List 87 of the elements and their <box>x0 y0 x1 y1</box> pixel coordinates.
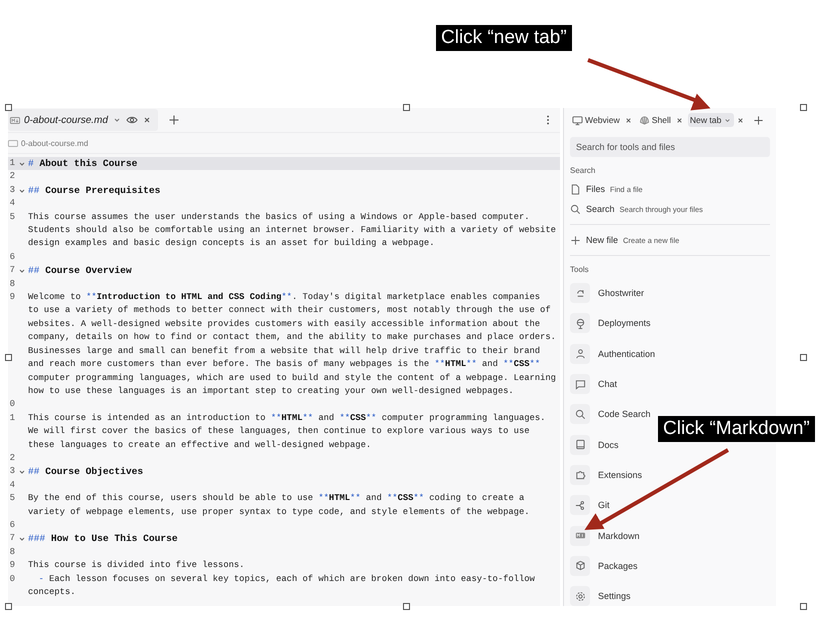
shell-icon <box>638 114 650 126</box>
book-icon <box>574 439 586 450</box>
cube-icon <box>574 560 586 572</box>
resize-handle[interactable] <box>800 104 807 111</box>
panel-tab[interactable]: Shell <box>636 112 673 128</box>
close-icon[interactable] <box>624 116 633 124</box>
line-number: 4 <box>8 478 15 492</box>
tool-item[interactable]: Deployments <box>570 308 655 339</box>
fold-icon[interactable] <box>18 535 26 544</box>
heading-line: # About this Course <box>28 157 138 170</box>
resize-handle[interactable] <box>403 603 410 610</box>
code-line: By the end of this course, users should be able to use **HTML** and **CSS** coding to create a variety of webpage elements, use proper syntax to type code, and style elements of the webpage. <box>28 492 531 519</box>
monitor-icon <box>572 114 583 126</box>
fold-icon[interactable] <box>18 186 26 195</box>
line-number: 3 <box>8 184 15 197</box>
line-number: 7 <box>8 264 15 278</box>
add-tab-icon[interactable] <box>168 114 180 126</box>
line-number: 2 <box>8 452 15 465</box>
git-icon <box>574 500 586 511</box>
breadcrumb[interactable]: 0-about-course.md <box>21 138 88 148</box>
search-icon <box>570 204 581 214</box>
line-number: 0 <box>8 398 15 412</box>
tool-item[interactable]: Code Search <box>570 399 655 430</box>
tool-item[interactable]: Git <box>570 490 614 520</box>
fold-icon[interactable] <box>18 160 26 168</box>
panel-tab[interactable]: New tab <box>688 113 734 127</box>
fold-icon[interactable] <box>18 468 26 476</box>
resize-handle[interactable] <box>800 603 807 610</box>
line-number: 9 <box>8 559 15 572</box>
line-number: 5 <box>8 210 15 224</box>
code-line: This course is divided into five lessons. <box>28 559 246 572</box>
resize-handle[interactable] <box>5 354 12 361</box>
close-icon[interactable] <box>736 116 746 124</box>
eye-icon[interactable] <box>126 114 138 126</box>
tool-item[interactable]: Markdown <box>570 520 644 551</box>
code-line: This course assumes the user understands the basics of using a Windows or Apple-based computer. Students should also be comfortable using an internet browser. Familiarity with a variety of website design examples and basic design concepts is an asset for building a webpage. <box>28 210 556 250</box>
search-field[interactable]: Search for tools and files <box>570 137 770 157</box>
line-number: 2 <box>8 170 15 184</box>
search-icon <box>574 408 586 420</box>
gear-icon <box>574 590 586 602</box>
line-number: 6 <box>8 518 15 532</box>
code-line: This course is intended as an introduction to **HTML** and **CSS** computer programming languages. We will first cover the basics of these languages, then continue to explore various ways to use these languages to create an effective and well-designed webpage. <box>28 412 546 452</box>
tool-item[interactable]: Docs <box>570 429 623 460</box>
line-number: 9 <box>8 291 15 304</box>
callout-label: Click “new tab” <box>436 25 572 51</box>
resize-handle[interactable] <box>800 354 807 361</box>
md-icon <box>574 530 586 542</box>
resize-handle[interactable] <box>5 104 12 111</box>
section-heading: Search <box>570 166 596 175</box>
fold-icon[interactable] <box>18 267 26 276</box>
line-number: 0 <box>8 572 15 586</box>
heading-line: ## Course Overview <box>28 264 133 278</box>
code-line: Welcome to **Introduction to HTML and CSS Coding**. Today's digital marketplace enables companies to use a variety of methods to better connect with their customers, most notably through the use of websites. A well-designed website provides customers with easily accessible information about the company, details on how to find or contact them, and the ability to make purchases and place orders. Businesses large and small can benefit from a website that will help drive traffic to their brand and reach more customers than ever before. The basis of many webpages is the **HTML** and **CSS** computer programming languages, which are used to build and style the content of a webpage. Learning how to use these languages is an important step to creating your own well-designed webpages. <box>28 291 556 398</box>
resize-handle[interactable] <box>5 603 12 610</box>
line-number: 8 <box>8 278 15 291</box>
tool-item[interactable]: Extensions <box>570 460 646 490</box>
tool-item[interactable]: Ghostwriter <box>570 278 648 308</box>
person-icon <box>574 348 586 360</box>
section-heading: Tools <box>570 265 590 274</box>
line-number: 1 <box>8 157 15 170</box>
tool-item[interactable]: Authentication <box>570 338 660 369</box>
line-number: 3 <box>8 465 15 478</box>
line-number: 5 <box>8 492 15 506</box>
line-number: 8 <box>8 546 15 559</box>
chat-icon <box>574 378 586 390</box>
heading-line: ## Course Objectives <box>28 465 144 479</box>
file-tab[interactable]: 0-about-course.md <box>8 109 158 131</box>
tool-item[interactable]: Chat <box>570 368 622 400</box>
line-number: 7 <box>8 532 15 546</box>
plus-icon <box>570 234 581 246</box>
close-icon[interactable] <box>674 116 684 124</box>
heading-line: ### How to Use This Course <box>28 532 179 546</box>
line-number: 4 <box>8 197 15 210</box>
close-icon[interactable] <box>142 115 152 125</box>
resize-handle[interactable] <box>403 104 410 111</box>
heading-line: ## Course Prerequisites <box>28 184 162 198</box>
tool-item[interactable]: Packages <box>570 550 642 581</box>
file-icon <box>570 184 581 194</box>
tool-item[interactable]: Settings <box>570 580 635 606</box>
puzzle-icon <box>574 469 586 480</box>
add-tab-icon[interactable] <box>753 114 764 126</box>
line-number: 6 <box>8 250 15 264</box>
panel-tab[interactable]: Webview <box>570 112 622 128</box>
code-line: - Each lesson focuses on several key topics, each of which are broken down into easy-to-follow concepts. <box>28 572 536 599</box>
line-number: 1 <box>8 412 15 425</box>
globe-icon <box>574 318 586 329</box>
callout-label: Click “Markdown” <box>658 416 815 442</box>
